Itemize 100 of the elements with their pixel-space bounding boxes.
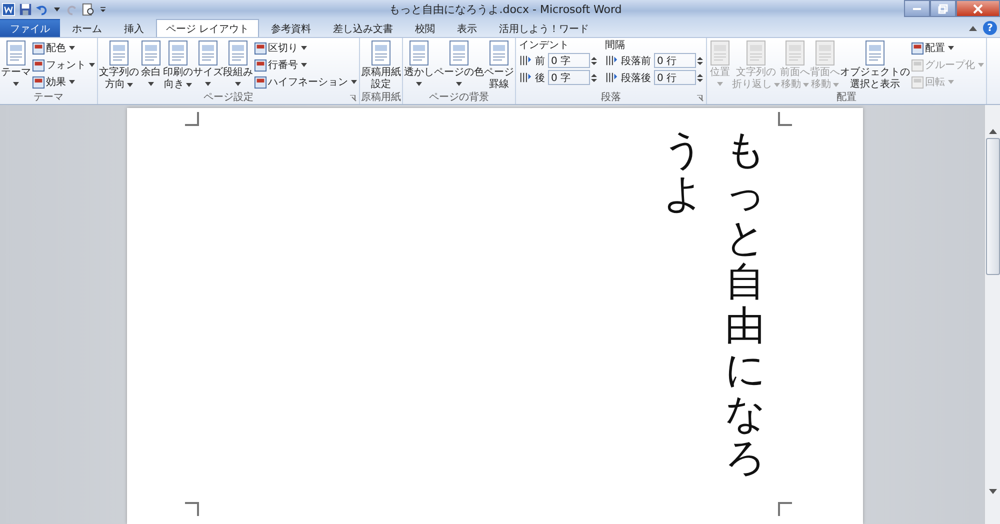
spinner-arrows-icon[interactable] [697, 72, 703, 82]
scroll-up-icon[interactable] [988, 129, 996, 134]
ribbon-button[interactable]: 配色 [31, 40, 96, 56]
page-icon [708, 40, 732, 66]
corner-mark-icon [185, 112, 199, 126]
caret-icon[interactable] [53, 6, 61, 12]
dialog-launcher-icon[interactable] [697, 95, 704, 102]
page-icon [783, 40, 807, 66]
page-icon [4, 40, 28, 66]
ribbon-tab[interactable]: 差し込み文書 [323, 19, 404, 37]
collapse-ribbon-icon[interactable] [969, 26, 977, 31]
spin-field[interactable]: 0 行 [654, 70, 696, 85]
corner-mark-icon [778, 502, 792, 516]
window-title: もっと自由になろうよ.docx - Microsoft Word [388, 2, 623, 16]
help-button[interactable]: ? [983, 21, 997, 35]
ribbon-tab[interactable]: 挿入 [114, 19, 154, 37]
ribbon-button[interactable]: ハイフネーション [253, 74, 358, 90]
ribbon-button[interactable]: 原稿用紙 設定 [361, 40, 401, 91]
paragraph-spacing-icon [519, 71, 532, 84]
scrollbar-thumb[interactable] [986, 138, 1000, 275]
swatch-icon [911, 42, 924, 54]
save-icon[interactable] [19, 2, 32, 16]
page-icon [226, 40, 250, 66]
spin-field[interactable]: 0 字 [548, 53, 590, 68]
ribbon-button[interactable]: ページ 罫線 [484, 40, 514, 91]
ribbon-tab[interactable]: 校閲 [405, 19, 446, 37]
close-button[interactable] [956, 0, 1000, 17]
ribbon-button[interactable]: 文字列の 方向 [99, 40, 139, 91]
maximize-button[interactable] [930, 0, 956, 17]
vertical-text-column: もっと自由になろ [725, 128, 765, 524]
customize-icon[interactable] [99, 6, 107, 12]
scroll-down-icon[interactable] [988, 489, 996, 494]
page-icon [487, 40, 511, 66]
spin-field[interactable]: 0 字 [548, 70, 590, 85]
ribbon-tab[interactable]: 表示 [447, 19, 488, 37]
ribbon-button[interactable]: 余白 [139, 40, 163, 86]
spinner-arrows-icon[interactable] [591, 56, 597, 66]
swatch-icon [254, 76, 267, 88]
field-label: 後 [535, 72, 545, 84]
ribbon-button[interactable]: ページの色 [434, 40, 484, 86]
ribbon-button[interactable]: テーマ [1, 40, 31, 86]
page-icon [369, 40, 393, 66]
close-icon [973, 4, 983, 14]
ribbon-button[interactable]: オブジェクトの 選択と表示 [840, 40, 910, 91]
group-label: 配置 [836, 92, 856, 104]
corner-mark-icon [185, 502, 199, 516]
ribbon-tab[interactable]: 活用しよう！ワード [489, 19, 600, 37]
swatch-icon [32, 42, 45, 54]
spinner-arrows-icon[interactable] [591, 72, 597, 82]
swatch-icon [911, 58, 924, 72]
page-icon [166, 40, 190, 66]
swatch-icon [911, 76, 924, 88]
ribbon-button[interactable]: サイズ [193, 40, 223, 86]
page-icon [139, 40, 163, 66]
spin-field[interactable]: 0 行 [654, 53, 696, 68]
ribbon-button[interactable]: 行番号 [253, 57, 358, 73]
page-icon [407, 40, 431, 66]
group-label: 原稿用紙 [361, 92, 401, 104]
paragraph-spacing-icon [605, 71, 618, 84]
field-label: 段落前 [621, 54, 651, 68]
swatch-icon [254, 42, 267, 54]
ribbon-button[interactable]: 区切り [253, 40, 358, 56]
minimize-button[interactable] [904, 0, 930, 17]
dialog-launcher-icon[interactable] [350, 95, 357, 102]
ribbon-button[interactable]: 印刷の 向き [163, 40, 193, 91]
ribbon-tab[interactable]: ホーム [62, 19, 112, 37]
paragraph-spacing-icon [605, 54, 618, 67]
group-label: 段落 [601, 92, 621, 104]
field-group-heading: 間隔 [605, 40, 626, 51]
page-icon [447, 40, 471, 66]
print-preview-icon[interactable] [82, 2, 95, 16]
page-icon [196, 40, 220, 66]
word-logo-icon[interactable] [2, 2, 15, 16]
swatch-icon [254, 58, 267, 72]
ribbon-tab[interactable]: ファイル [0, 19, 60, 37]
group-label: ページの背景 [429, 92, 489, 104]
spinner-arrows-icon[interactable] [697, 56, 703, 66]
restore-icon [938, 4, 948, 14]
minimize-icon [912, 8, 922, 10]
paragraph-spacing-icon [519, 54, 532, 67]
page-icon [813, 40, 837, 66]
vertical-text-column: うよ [663, 128, 703, 524]
field-group-heading: インデント [519, 40, 570, 51]
vertical-scrollbar[interactable] [984, 105, 1000, 524]
ribbon-tab[interactable]: 参考資料 [261, 19, 322, 37]
group-label: テーマ [34, 92, 64, 104]
ribbon-button[interactable]: 効果 [31, 74, 96, 90]
page-icon [744, 40, 768, 66]
page-icon [863, 40, 887, 66]
field-label: 段落後 [621, 72, 651, 84]
ribbon-button[interactable]: 透かし [404, 40, 434, 86]
page-icon [107, 40, 131, 66]
group-label: ページ設定 [204, 92, 254, 104]
ribbon-button[interactable]: 配置 [910, 40, 985, 56]
ribbon-button[interactable]: フォント [31, 57, 96, 73]
ribbon-tab[interactable]: ページ レイアウト [156, 19, 260, 37]
field-label: 前 [535, 54, 545, 68]
corner-mark-icon [778, 112, 792, 126]
swatch-icon [32, 76, 45, 88]
ribbon-button[interactable]: 段組み [223, 40, 253, 86]
